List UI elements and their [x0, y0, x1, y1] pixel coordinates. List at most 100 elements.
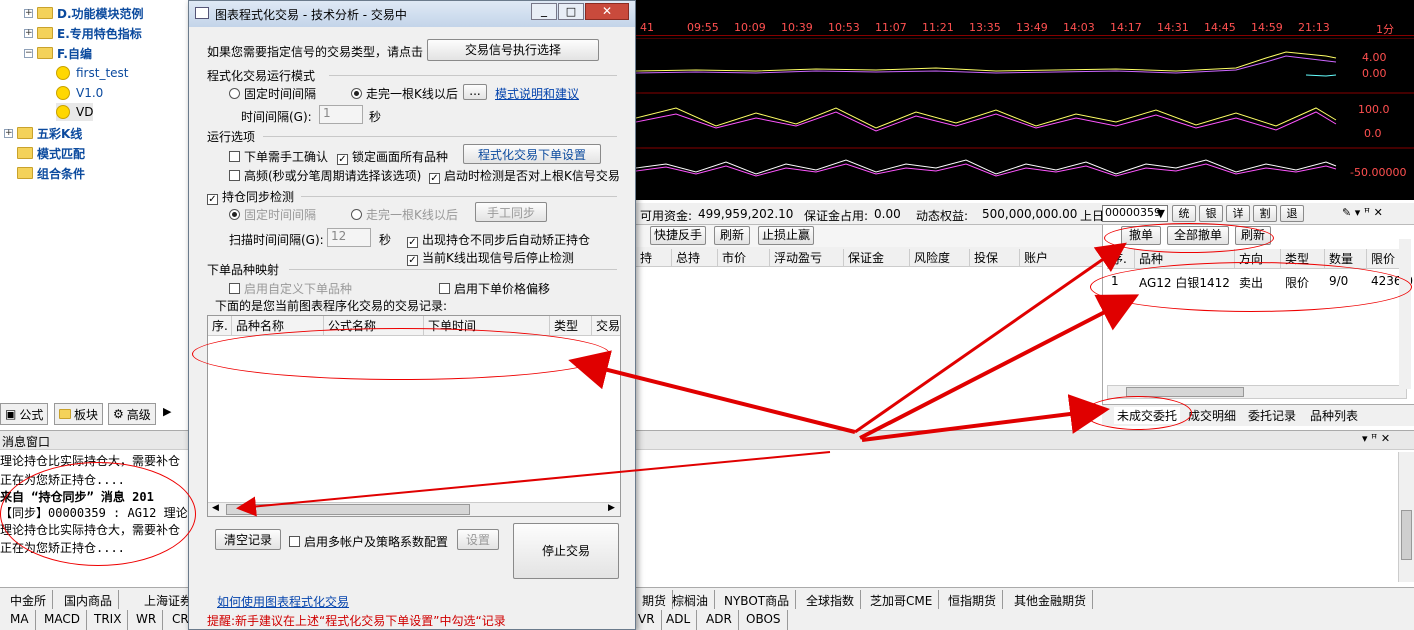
lock-all-checkbox[interactable]: ✓ 锁定画面所有品种 — [337, 148, 448, 165]
tree-item-first-test[interactable]: first_test — [56, 64, 129, 82]
tab-other-fin[interactable]: 其他金融期货 — [1008, 590, 1094, 610]
col-header[interactable]: 序. — [1107, 249, 1135, 269]
message-scrollbar[interactable] — [1398, 452, 1414, 582]
col-header[interactable]: 序. — [208, 316, 232, 336]
annotation-ellipse — [192, 328, 610, 380]
stop-trading-button[interactable]: 停止交易 — [513, 523, 619, 579]
col-header[interactable]: 风险度 — [910, 249, 970, 267]
col-header[interactable]: 保证金 — [844, 249, 910, 267]
checkmark-icon: ✓ — [337, 154, 348, 165]
tab-domestic[interactable]: 国内商品 — [58, 590, 120, 610]
col-header[interactable]: 浮动盈亏 — [770, 249, 844, 267]
maximize-button[interactable]: □ — [558, 3, 584, 20]
setup-button[interactable]: 设置 — [457, 529, 499, 550]
tab-ma[interactable]: MA — [4, 610, 36, 630]
price-offset-checkbox[interactable]: 启用下单价格偏移 — [439, 280, 550, 297]
tree-item-pattern[interactable]: 模式匹配 — [17, 144, 85, 162]
message-window-controls[interactable]: ▾ ꟸ ✕ — [1362, 432, 1390, 445]
expand-icon[interactable]: + — [24, 28, 33, 38]
tab-hsi[interactable]: 恒指期货 — [942, 590, 1004, 610]
expand-icon[interactable]: + — [24, 8, 33, 18]
time-tick-label: 14:31 — [1157, 21, 1189, 34]
refresh-button[interactable]: 刷新 — [714, 226, 750, 245]
sync-fixed-radio[interactable]: 固定时间间隔 — [229, 206, 316, 223]
expand-icon[interactable]: + — [4, 128, 13, 138]
manual-confirm-checkbox[interactable]: 下单需手工确认 — [229, 148, 328, 165]
records-hscrollbar[interactable]: ◀ ▶ — [208, 502, 620, 516]
custom-item-checkbox[interactable]: 启用自定义下单品种 — [229, 280, 352, 297]
signal-select-button[interactable]: 交易信号执行选择 — [427, 39, 599, 61]
col-header[interactable]: 类型 — [550, 316, 592, 336]
split-button[interactable]: 割 — [1253, 205, 1277, 222]
close-button[interactable]: ✕ — [585, 3, 629, 20]
order-settings-button[interactable]: 程式化交易下单设置 — [463, 144, 601, 164]
exit-button[interactable]: 退 — [1280, 205, 1304, 222]
manual-sync-button[interactable]: 手工同步 — [475, 202, 547, 222]
sync-after-radio[interactable]: 走完一根K线以后 — [351, 206, 458, 223]
tab-adl[interactable]: ADL — [660, 610, 698, 630]
collapse-icon[interactable]: − — [24, 48, 33, 58]
col-header[interactable]: 市价 — [718, 249, 770, 267]
interval-input[interactable]: 1 — [319, 105, 363, 124]
help-link[interactable]: 如何使用图表程式化交易 — [217, 593, 349, 610]
tree-item-v1[interactable]: V1.0 — [56, 84, 103, 102]
tab-macd[interactable]: MACD — [38, 610, 87, 630]
sync-fixed-label: 固定时间间隔 — [244, 208, 317, 222]
order-vscrollbar[interactable] — [1399, 239, 1411, 389]
tab-order-log[interactable]: 委托记录 — [1248, 407, 1296, 424]
high-freq-checkbox[interactable]: 高频(秒或分笔周期请选择该选项) — [229, 167, 421, 184]
clear-records-button[interactable]: 清空记录 — [215, 529, 281, 550]
tab-cme[interactable]: 芝加哥CME — [864, 590, 940, 610]
detail-button[interactable]: 详 — [1226, 205, 1250, 222]
mode-help-link[interactable]: 模式说明和建议 — [495, 85, 579, 102]
minimize-button[interactable]: _ — [531, 3, 557, 20]
stop-detect-checkbox[interactable]: ✓ 当前K线出现信号后停止检测 — [407, 249, 574, 266]
tab-obos[interactable]: OBOS — [740, 610, 788, 630]
scan-input[interactable]: 12 — [327, 228, 371, 247]
after-k-radio[interactable]: 走完一根K线以后 — [351, 85, 458, 102]
tree-item-wucai[interactable]: + 五彩K线 — [4, 124, 82, 142]
tab-block[interactable]: 板块 — [54, 403, 104, 425]
checkmark-icon: ✓ — [429, 173, 440, 184]
tree-item-combo[interactable]: 组合条件 — [17, 164, 85, 182]
tab-trix[interactable]: TRIX — [88, 610, 129, 630]
check-last-checkbox[interactable]: ✓ 启动时检测是否对上根K信号交易 — [429, 167, 620, 184]
tab-adr[interactable]: ADR — [700, 610, 739, 630]
scroll-left-icon[interactable]: ◀ — [212, 503, 219, 513]
tab-wr[interactable]: WR — [130, 610, 164, 630]
col-header[interactable]: 交易 — [592, 316, 620, 336]
tab-advanced[interactable]: ⚙ 高级 — [108, 403, 156, 425]
stats-button[interactable]: 统 — [1172, 205, 1196, 222]
fixed-interval-radio[interactable]: 固定时间间隔 — [229, 85, 316, 102]
tree-item-d[interactable]: + D.功能模块范例 — [24, 4, 144, 22]
col-header[interactable]: 账户 — [1020, 249, 1102, 267]
sync-checkbox[interactable]: ✓ 持仓同步检测 — [207, 188, 294, 205]
tab-cffex[interactable]: 中金所 — [4, 590, 54, 610]
more-button[interactable]: ... — [463, 84, 487, 100]
quick-reverse-button[interactable]: 快捷反手 — [650, 226, 706, 245]
scroll-right-icon[interactable]: ▶ — [608, 503, 615, 513]
auto-fix-checkbox[interactable]: ✓ 出现持仓不同步后自动矫正持仓 — [407, 231, 590, 248]
tree-item-f[interactable]: − F.自编 — [24, 44, 92, 62]
bank-button[interactable]: 银 — [1199, 205, 1223, 222]
tab-vr[interactable]: VR — [632, 610, 662, 630]
multi-account-checkbox[interactable]: 启用多帐户及策略系数配置 — [289, 533, 448, 550]
col-header[interactable]: 持 — [636, 249, 672, 267]
run-options-label: 运行选项 — [207, 130, 256, 144]
tab-nybot[interactable]: NYBOT商品 — [718, 590, 797, 610]
tab-palm-oil[interactable]: 棕榈油 — [666, 590, 716, 610]
scroll-thumb[interactable] — [226, 504, 470, 515]
tab-scroll-right-icon[interactable]: ▶ — [163, 405, 171, 418]
account-select[interactable]: 00000359 ▼ — [1102, 205, 1168, 222]
col-header[interactable]: 总持 — [672, 249, 718, 267]
tab-formula[interactable]: ▣ 公式 — [0, 403, 49, 425]
scroll-thumb[interactable] — [1401, 510, 1412, 560]
tools-icon[interactable]: ✎ ▾ ꟸ ✕ — [1342, 206, 1383, 219]
stop-loss-button[interactable]: 止损止赢 — [758, 226, 814, 245]
tab-product-list[interactable]: 品种列表 — [1310, 407, 1358, 424]
tab-global-index[interactable]: 全球指数 — [800, 590, 862, 610]
tree-item-vd[interactable]: VD — [56, 103, 94, 121]
tab-fills[interactable]: 成交明细 — [1188, 407, 1236, 424]
tree-item-e[interactable]: + E.专用特色指标 — [24, 24, 142, 42]
col-header[interactable]: 投保 — [970, 249, 1020, 267]
